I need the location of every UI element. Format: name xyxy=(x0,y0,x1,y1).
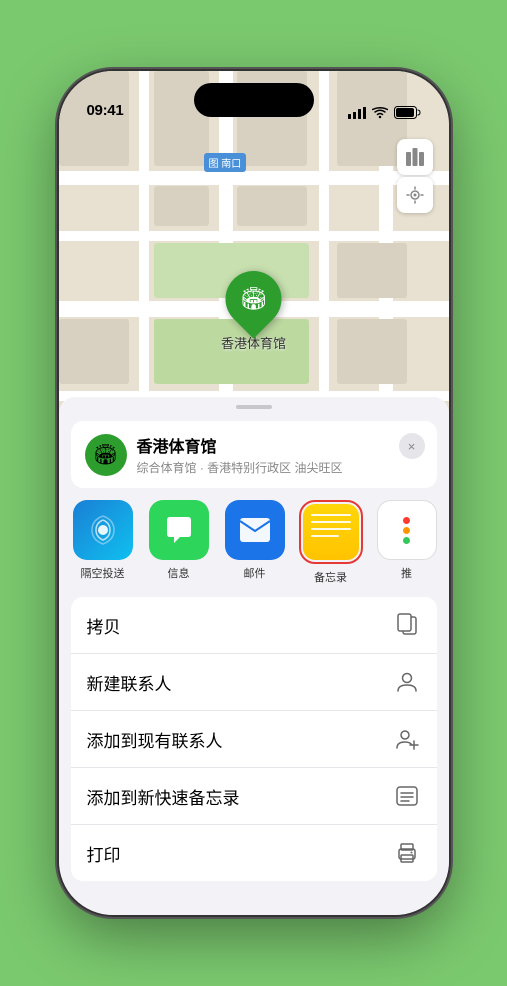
notes-lines xyxy=(311,514,351,537)
airdrop-icon-wrap xyxy=(73,500,133,560)
map-block-1 xyxy=(154,186,209,226)
pin-stadium-icon: 🏟 xyxy=(240,286,268,312)
share-item-mail[interactable]: 邮件 xyxy=(223,500,287,585)
action-quick-note-label: 添加到新快速备忘录 xyxy=(87,784,240,809)
venue-close-button[interactable]: × xyxy=(399,433,425,459)
new-contact-icon xyxy=(393,668,421,696)
share-item-airdrop[interactable]: 隔空投送 xyxy=(71,500,135,585)
location-button[interactable] xyxy=(397,177,433,213)
action-quick-note[interactable]: 添加到新快速备忘录 xyxy=(71,768,437,825)
venue-icon: 🏟 xyxy=(85,434,127,476)
mail-icon-wrap xyxy=(225,500,285,560)
phone-frame: 09:41 xyxy=(59,71,449,915)
action-copy[interactable]: 拷贝 xyxy=(71,597,437,654)
action-copy-label: 拷贝 xyxy=(87,613,121,638)
messages-icon-wrap xyxy=(149,500,209,560)
venue-name: 香港体育馆 xyxy=(137,433,423,457)
mail-icon xyxy=(239,517,271,543)
map-controls xyxy=(397,139,433,215)
action-new-contact[interactable]: 新建联系人 xyxy=(71,654,437,711)
stadium-pin: 🏟 香港体育馆 xyxy=(221,271,286,352)
more-dots xyxy=(403,517,410,544)
messages-label: 信息 xyxy=(168,565,190,581)
printer-icon xyxy=(396,843,418,863)
phone-screen: 09:41 xyxy=(59,71,449,915)
bottom-sheet: 🏟 香港体育馆 综合体育馆 · 香港特别行政区 油尖旺区 × xyxy=(59,397,449,915)
note-icon xyxy=(396,786,418,806)
share-row: 隔空投送 信息 xyxy=(59,488,449,585)
signal-icon xyxy=(348,107,366,119)
share-item-more[interactable]: 推 xyxy=(375,500,439,585)
mail-label: 邮件 xyxy=(244,565,266,581)
venue-card: 🏟 香港体育馆 综合体育馆 · 香港特别行政区 油尖旺区 × xyxy=(71,421,437,488)
person-icon xyxy=(396,671,418,693)
person-add-icon xyxy=(395,728,419,750)
share-item-messages[interactable]: 信息 xyxy=(147,500,211,585)
map-block-5 xyxy=(59,319,129,384)
map-block-4 xyxy=(337,243,407,298)
action-new-contact-label: 新建联系人 xyxy=(87,670,172,695)
venue-subtitle: 综合体育馆 · 香港特别行政区 油尖旺区 xyxy=(137,459,423,476)
airdrop-label: 隔空投送 xyxy=(81,565,125,581)
print-icon xyxy=(393,839,421,867)
map-label-tag: 图 南口 xyxy=(204,153,247,172)
airdrop-icon xyxy=(88,515,118,545)
wifi-icon xyxy=(372,107,388,119)
quick-note-icon xyxy=(393,782,421,810)
notes-label: 备忘录 xyxy=(314,569,347,585)
map-type-button[interactable] xyxy=(397,139,433,175)
action-add-contact-label: 添加到现有联系人 xyxy=(87,727,223,752)
venue-info: 香港体育馆 综合体育馆 · 香港特别行政区 油尖旺区 xyxy=(137,433,423,476)
map-type-icon xyxy=(405,147,425,167)
pin-circle: 🏟 xyxy=(214,259,293,338)
map-block-2 xyxy=(237,186,307,226)
messages-icon xyxy=(163,514,195,546)
action-list: 拷贝 新建联系人 xyxy=(71,597,437,881)
copy-icon-svg xyxy=(396,613,418,637)
sheet-handle xyxy=(236,405,272,409)
notes-icon-wrap xyxy=(303,504,359,560)
action-print-label: 打印 xyxy=(87,841,121,866)
map-label-prefix: 图 xyxy=(209,159,219,170)
dynamic-island xyxy=(194,83,314,117)
status-icons xyxy=(348,106,421,119)
map-label-text: 南口 xyxy=(221,159,241,170)
map-block-6 xyxy=(337,319,407,384)
copy-icon xyxy=(393,611,421,639)
location-icon xyxy=(406,186,424,204)
more-label: 推 xyxy=(401,565,412,581)
status-time: 09:41 xyxy=(87,102,124,119)
action-add-contact[interactable]: 添加到现有联系人 xyxy=(71,711,437,768)
add-contact-icon xyxy=(393,725,421,753)
action-print[interactable]: 打印 xyxy=(71,825,437,881)
battery-icon xyxy=(394,106,421,119)
share-item-notes[interactable]: 备忘录 xyxy=(299,500,363,585)
more-icon-wrap xyxy=(377,500,437,560)
